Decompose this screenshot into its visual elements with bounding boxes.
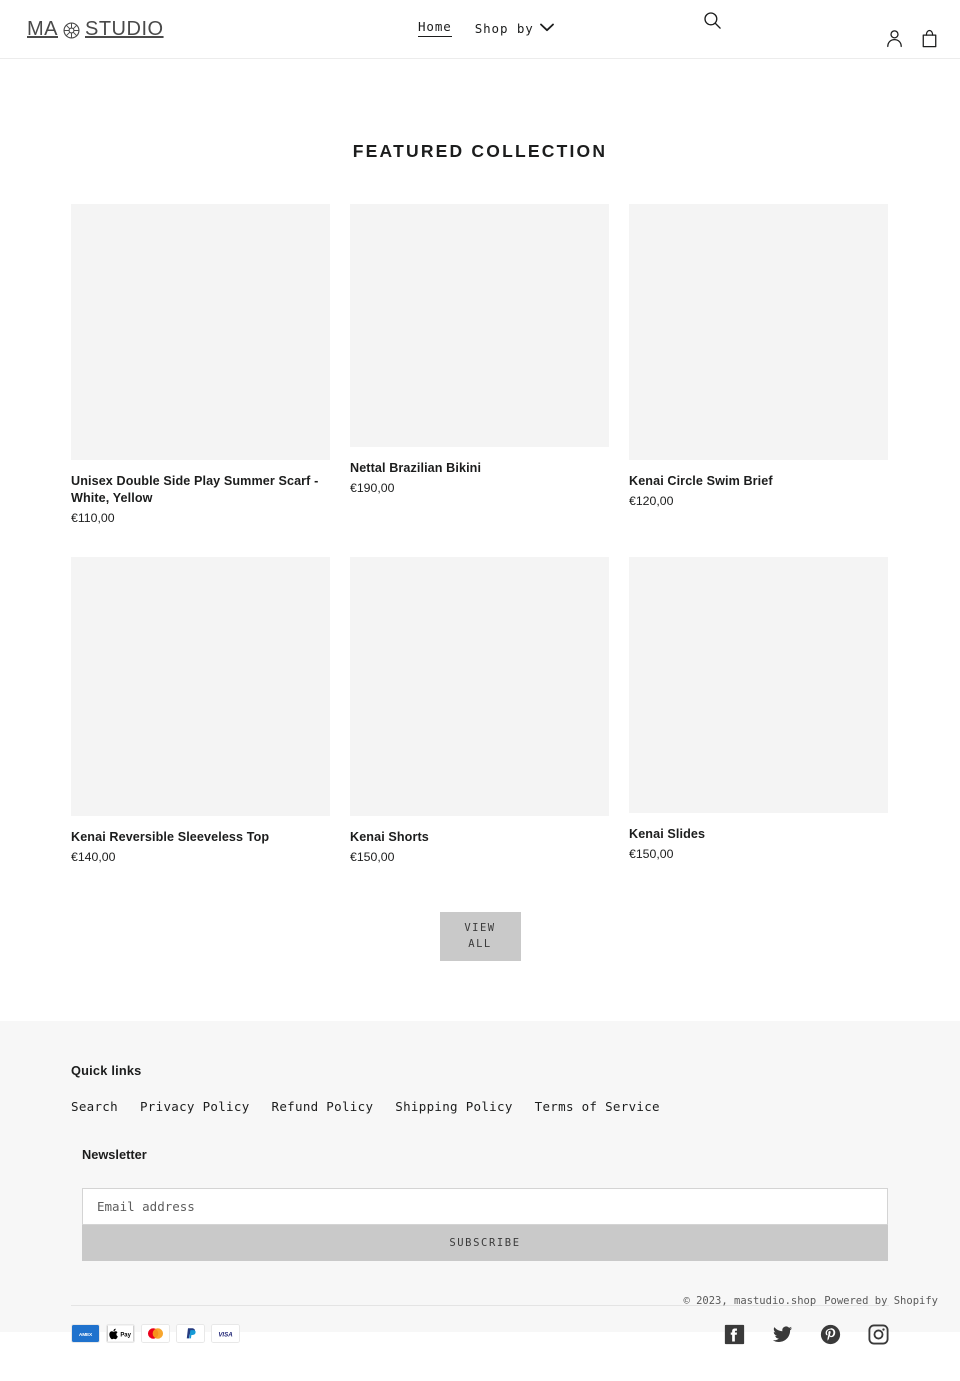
subscribe-button[interactable]: SUBSCRIBE [82,1225,888,1261]
product-image-placeholder [71,204,330,460]
main-navigation: Home Shop by [418,19,554,37]
instagram-icon[interactable] [868,1324,889,1345]
product-price: €150,00 [350,850,395,864]
newsletter-section: Newsletter SUBSCRIBE [71,1147,889,1261]
product-title: Kenai Slides [629,827,706,841]
mastercard-icon [141,1324,170,1343]
product-price: €190,00 [350,481,395,495]
svg-text:AMEX: AMEX [79,1332,93,1338]
main-content: FEATURED COLLECTION Unisex Double Side P… [0,141,960,961]
quick-link-terms-of-service[interactable]: Terms of Service [535,1099,660,1114]
apple-pay-icon: Pay [106,1324,135,1343]
header-icon-group [886,29,938,48]
product-price: €150,00 [629,847,674,861]
shopping-bag-icon[interactable] [921,29,938,48]
product-title: Nettal Brazilian Bikini [350,461,482,475]
copyright-text: © 2023, mastudio.shop [683,1295,817,1307]
payment-methods: AMEX Pay VISA [71,1324,240,1343]
quick-links-heading: Quick links [71,1063,142,1078]
product-image-placeholder [350,204,609,447]
quick-link-privacy-policy[interactable]: Privacy Policy [140,1099,250,1114]
page-title: FEATURED COLLECTION [352,141,608,161]
view-all-container: VIEW ALL [0,912,960,961]
product-title: Kenai Circle Swim Brief [629,474,773,488]
product-image-placeholder [350,557,609,816]
account-icon[interactable] [886,29,903,48]
nav-item-home[interactable]: Home [418,19,452,37]
logo-text-suffix: STUDIO [85,17,164,40]
visa-icon: VISA [211,1324,240,1343]
american-express-icon: AMEX [71,1324,100,1343]
product-price: €120,00 [629,494,674,508]
svg-text:VISA: VISA [218,1331,232,1338]
product-image-placeholder [629,204,888,460]
product-card[interactable]: Nettal Brazilian Bikini €190,00 [350,204,609,525]
nav-item-shop-by[interactable]: Shop by [475,19,554,37]
site-logo[interactable]: MA STUDIO [27,18,164,41]
product-grid-row-1: Unisex Double Side Play Summer Scarf - W… [71,204,889,525]
product-image-placeholder [629,557,888,813]
product-price: €110,00 [71,511,115,525]
logo-text-prefix: MA [27,17,58,40]
powered-by-shopify-link[interactable]: Powered by Shopify [824,1295,938,1307]
product-title: Kenai Reversible Sleeveless Top [71,830,270,844]
product-card[interactable]: Unisex Double Side Play Summer Scarf - W… [71,204,330,525]
quick-link-search[interactable]: Search [71,1099,118,1114]
product-price: €140,00 [71,850,116,864]
view-all-label-line2: ALL [468,937,492,950]
chevron-down-icon [539,19,554,37]
quick-link-shipping-policy[interactable]: Shipping Policy [395,1099,512,1114]
copyright-bar: © 2023, mastudio.shop Powered by Shopify [683,1295,938,1307]
search-icon [703,11,722,33]
product-grid-row-2: Kenai Reversible Sleeveless Top €140,00 … [71,557,889,864]
newsletter-heading: Newsletter [82,1147,147,1162]
quick-links-list: Search Privacy Policy Refund Policy Ship… [71,1099,889,1114]
svg-text:Pay: Pay [120,1332,131,1338]
product-card[interactable]: Kenai Shorts €150,00 [350,557,609,864]
twitter-icon[interactable] [772,1324,793,1345]
site-footer: Quick links Search Privacy Policy Refund… [0,1021,960,1345]
view-all-label-line1: VIEW [464,922,496,935]
product-title: Unisex Double Side Play Summer Scarf - W… [71,474,319,505]
product-card[interactable]: Kenai Circle Swim Brief €120,00 [629,204,888,525]
search-button[interactable] [700,10,724,34]
pinterest-icon[interactable] [820,1324,841,1345]
view-all-button[interactable]: VIEW ALL [439,912,521,961]
nav-item-shop-by-label: Shop by [474,20,534,36]
footer-bottom-bar: AMEX Pay VISA [71,1305,889,1345]
email-field[interactable] [82,1188,888,1225]
flower-ornament-icon [63,21,80,39]
product-title: Kenai Shorts [350,830,429,844]
facebook-icon[interactable] [724,1324,745,1345]
product-card[interactable]: Kenai Slides €150,00 [629,557,888,864]
site-header: MA STUDIO Home Shop by [0,0,960,59]
product-grid: Unisex Double Side Play Summer Scarf - W… [71,204,889,864]
product-card[interactable]: Kenai Reversible Sleeveless Top €140,00 [71,557,330,864]
social-links [724,1324,889,1345]
quick-link-refund-policy[interactable]: Refund Policy [272,1099,374,1114]
product-image-placeholder [71,557,330,816]
footer-content: Quick links Search Privacy Policy Refund… [71,1063,889,1261]
paypal-icon [176,1324,205,1343]
